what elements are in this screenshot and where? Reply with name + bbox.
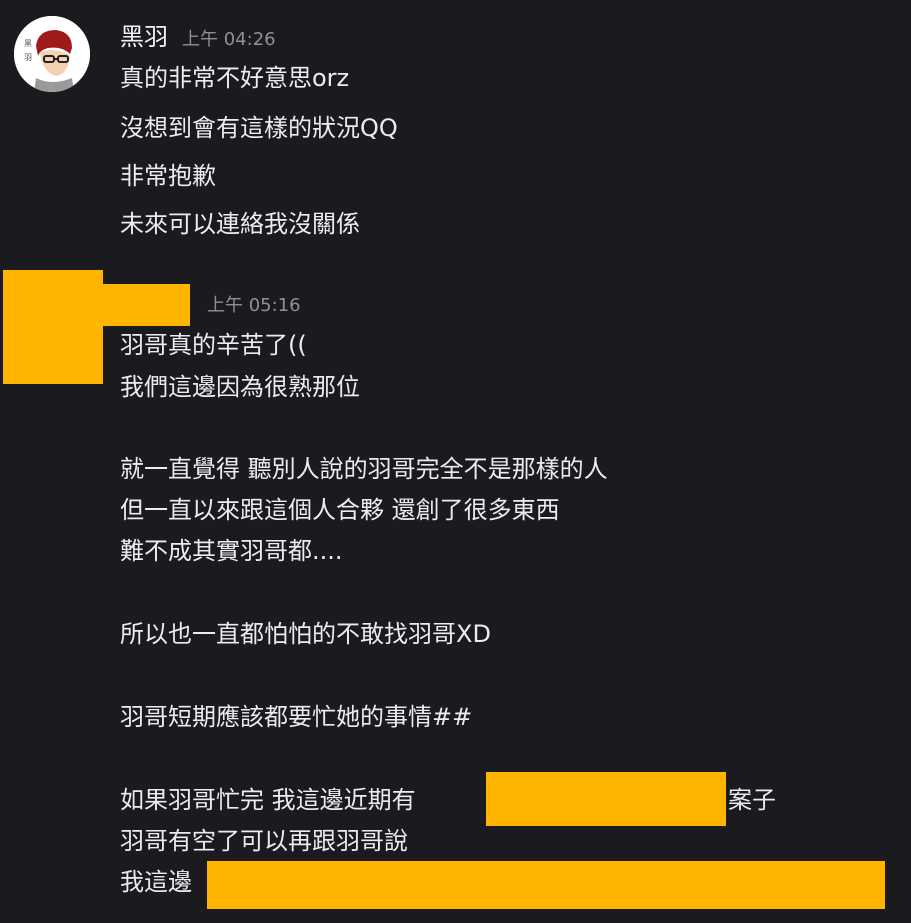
- message-line: 羽哥有空了可以再跟羽哥說: [120, 827, 408, 855]
- redacted-text-block: [486, 772, 726, 826]
- svg-text:黑: 黑: [24, 39, 32, 48]
- timestamp[interactable]: 上午 04:26: [182, 25, 276, 55]
- redacted-avatar-block: [3, 270, 103, 384]
- message-line: 難不成其實羽哥都....: [120, 537, 343, 565]
- message-line: 沒想到會有這樣的狀況QQ: [120, 114, 398, 142]
- svg-text:羽: 羽: [24, 53, 32, 62]
- message-line: 我們這邊因為很熟那位: [120, 373, 360, 401]
- message-line: 真的非常不好意思orz: [120, 64, 350, 92]
- message-line: 我這邊: [120, 868, 192, 896]
- message-header: 黑羽 上午 04:26: [120, 22, 276, 55]
- message-line: 就一直覺得 聽別人說的羽哥完全不是那樣的人: [120, 455, 608, 483]
- message-line: 羽哥真的辛苦了((: [120, 331, 307, 359]
- message-line: 案子: [728, 786, 776, 814]
- message-line: 所以也一直都怕怕的不敢找羽哥XD: [120, 620, 491, 648]
- message-line: 如果羽哥忙完 我這邊近期有: [120, 786, 416, 814]
- timestamp[interactable]: 上午 05:16: [207, 291, 301, 321]
- message-line: 未來可以連絡我沒關係: [120, 210, 360, 238]
- username[interactable]: 黑羽: [120, 22, 168, 52]
- message-header: 上午 05:16: [193, 291, 301, 321]
- message-line: 羽哥短期應該都要忙她的事情##: [120, 703, 473, 731]
- message-line: 但一直以來跟這個人合夥 還創了很多東西: [120, 496, 560, 524]
- user-avatar-icon[interactable]: 黑 羽: [14, 16, 90, 92]
- redacted-text-block: [207, 861, 885, 909]
- message-line: 非常抱歉: [120, 162, 216, 190]
- redacted-username-block: [103, 284, 190, 326]
